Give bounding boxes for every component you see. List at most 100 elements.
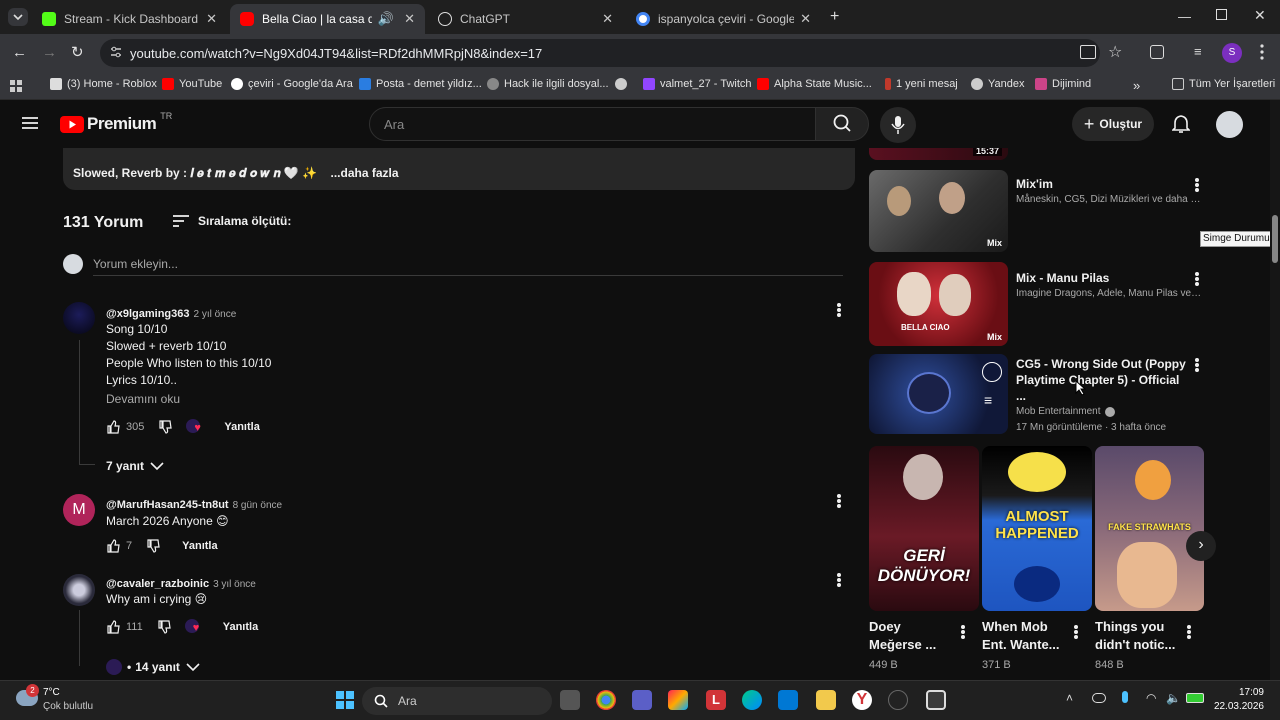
add-to-queue-icon[interactable]: ≡ <box>984 392 992 408</box>
create-button[interactable]: + Oluştur <box>1072 107 1154 141</box>
notifications-bell-icon[interactable] <box>1172 114 1190 134</box>
scrollbar-thumb[interactable] <box>1272 215 1278 263</box>
close-window-button[interactable]: ✕ <box>1254 7 1266 24</box>
teams-icon[interactable] <box>632 690 652 710</box>
install-app-icon[interactable] <box>1080 45 1096 59</box>
address-bar[interactable]: youtube.com/watch?v=Ng9Xd04JT94&list=RDf… <box>100 39 1100 67</box>
bookmark-youtube[interactable]: YouTube <box>162 78 222 90</box>
like-button[interactable] <box>106 420 120 434</box>
youtube-premium-logo[interactable]: Premium TR <box>60 111 172 134</box>
chrome-icon[interactable] <box>596 690 616 710</box>
voice-search-button[interactable] <box>880 107 916 143</box>
windows-start-icon[interactable] <box>336 691 354 709</box>
video-thumbnail[interactable]: Mix <box>869 170 1008 252</box>
taskbar-search[interactable]: Ara <box>362 687 552 715</box>
dislike-button[interactable] <box>158 420 173 434</box>
comment-more-icon[interactable] <box>837 494 841 508</box>
add-comment-input[interactable]: Yorum ekleyin... <box>93 257 178 271</box>
show-hidden-icons[interactable]: ˄ <box>1066 691 1073 705</box>
reply-button[interactable]: Yanıtla <box>224 421 259 433</box>
tab-youtube[interactable]: Bella Ciao | la casa de papel 🔊 ✕ <box>230 4 425 34</box>
bookmark-google[interactable]: çeviri - Google'da Ara <box>231 78 353 90</box>
partial-video-thumbnail[interactable]: 15:37 <box>869 148 1008 160</box>
related-video-info[interactable]: Mix'im Måneskin, CG5, Dizi Müzikleri ve … <box>1016 176 1202 208</box>
short-more-icon[interactable] <box>961 625 965 639</box>
comment-time[interactable]: 2 yıl önce <box>193 309 236 320</box>
video-more-icon[interactable] <box>1195 178 1199 192</box>
battery-icon[interactable] <box>1186 693 1204 703</box>
bookmark-message[interactable]: 1 yeni mesaj <box>885 78 958 90</box>
read-more-link[interactable]: Devamını oku <box>106 392 180 406</box>
forward-button[interactable]: → <box>42 44 57 61</box>
close-icon[interactable]: ✕ <box>206 11 217 27</box>
l-app-icon[interactable]: L <box>706 690 726 710</box>
volume-icon[interactable]: 🔈 <box>1166 691 1181 705</box>
task-view-icon[interactable] <box>560 690 580 710</box>
short-title[interactable]: Doey Meğerse ... <box>869 618 949 654</box>
profile-avatar[interactable]: S <box>1222 43 1242 63</box>
wifi-icon[interactable]: ◠ <box>1146 691 1156 705</box>
apps-grid-icon[interactable] <box>10 80 22 92</box>
account-avatar[interactable] <box>1216 111 1243 138</box>
reading-list-icon[interactable]: ≡ <box>1194 44 1202 59</box>
close-icon[interactable]: ✕ <box>404 11 415 27</box>
file-explorer-icon[interactable] <box>816 690 836 710</box>
comment-author[interactable]: @x9lgaming363 <box>106 308 189 320</box>
like-button[interactable] <box>106 620 120 634</box>
description-box[interactable]: Slowed, Reverb by : 𝒍 𝒆 𝒕 𝒎 𝒆 𝒅 𝒐 𝒘 𝒏 🤍 … <box>63 148 855 190</box>
sort-button[interactable]: Sıralama ölçütü: <box>172 214 291 228</box>
page-scrollbar[interactable] <box>1270 100 1280 680</box>
extensions-icon[interactable] <box>1150 45 1164 59</box>
onedrive-icon[interactable] <box>1092 693 1106 703</box>
close-icon[interactable]: ✕ <box>602 11 613 27</box>
like-button[interactable] <box>106 539 120 553</box>
speaker-icon[interactable]: 🔊 <box>378 11 394 27</box>
video-thumbnail[interactable]: BELLA CIAO Mix <box>869 262 1008 346</box>
view-replies-button[interactable]: 7 yanıt <box>106 459 164 473</box>
clock-date[interactable]: 22.03.2026 <box>1212 701 1264 712</box>
comment-time[interactable]: 3 yıl önce <box>213 579 256 590</box>
commenter-avatar[interactable] <box>63 574 95 606</box>
all-bookmarks[interactable]: Tüm Yer İşaretleri <box>1172 78 1275 90</box>
bookmark-yandex[interactable]: Yandex <box>971 78 1025 90</box>
maximize-button[interactable] <box>1216 9 1227 20</box>
minimize-button[interactable]: — <box>1178 9 1191 24</box>
short-more-icon[interactable] <box>1187 625 1191 639</box>
comment-author[interactable]: @cavaler_razboinic <box>106 578 209 590</box>
bookmark-alpha[interactable]: Alpha State Music... <box>757 78 872 90</box>
search-button[interactable] <box>815 107 869 141</box>
reload-button[interactable]: ↻ <box>71 43 84 61</box>
bookmark-star-icon[interactable]: ☆ <box>1108 42 1122 62</box>
comment-more-icon[interactable] <box>837 573 841 587</box>
new-tab-button[interactable]: + <box>830 8 839 26</box>
related-video-info[interactable]: CG5 - Wrong Side Out (Poppy Playtime Cha… <box>1016 356 1192 436</box>
microphone-icon[interactable] <box>1122 691 1128 703</box>
site-info-icon[interactable] <box>110 46 122 58</box>
bookmark-hack[interactable]: Hack ile ilgili dosyal... <box>487 78 609 90</box>
comment-more-icon[interactable] <box>837 303 841 317</box>
hamburger-menu-icon[interactable] <box>22 117 38 129</box>
edge-icon[interactable] <box>742 690 762 710</box>
snipping-icon[interactable] <box>926 690 946 710</box>
close-icon[interactable]: ✕ <box>800 11 811 27</box>
copilot-icon[interactable] <box>668 690 688 710</box>
related-video-info[interactable]: Mix - Manu Pilas Imagine Dragons, Adele,… <box>1016 270 1202 302</box>
back-button[interactable]: ← <box>12 44 27 61</box>
short-thumbnail[interactable]: ALMOST HAPPENED <box>982 446 1092 611</box>
clock-time[interactable]: 17:09 <box>1232 687 1264 698</box>
clock-icon[interactable] <box>982 362 1002 382</box>
yandex-icon[interactable]: Y <box>852 690 872 710</box>
tab-google[interactable]: ispanyolca çeviri - Google'da Ar ✕ <box>626 4 821 34</box>
browser-menu-icon[interactable] <box>1260 44 1264 60</box>
short-title[interactable]: Things you didn't notic... <box>1095 618 1179 654</box>
shorts-next-button[interactable]: › <box>1186 531 1216 561</box>
bookmark-roblox[interactable]: (3) Home - Roblox <box>50 78 157 90</box>
tab-chatgpt[interactable]: ChatGPT ✕ <box>428 4 623 34</box>
commenter-avatar[interactable]: M <box>63 494 95 526</box>
tab-search-button[interactable] <box>8 8 28 26</box>
more-bookmarks-icon[interactable]: » <box>1133 78 1140 93</box>
short-title[interactable]: When Mob Ent. Wante... <box>982 618 1066 654</box>
store-icon[interactable] <box>778 690 798 710</box>
video-more-icon[interactable] <box>1195 272 1199 286</box>
commenter-avatar[interactable] <box>63 302 95 334</box>
